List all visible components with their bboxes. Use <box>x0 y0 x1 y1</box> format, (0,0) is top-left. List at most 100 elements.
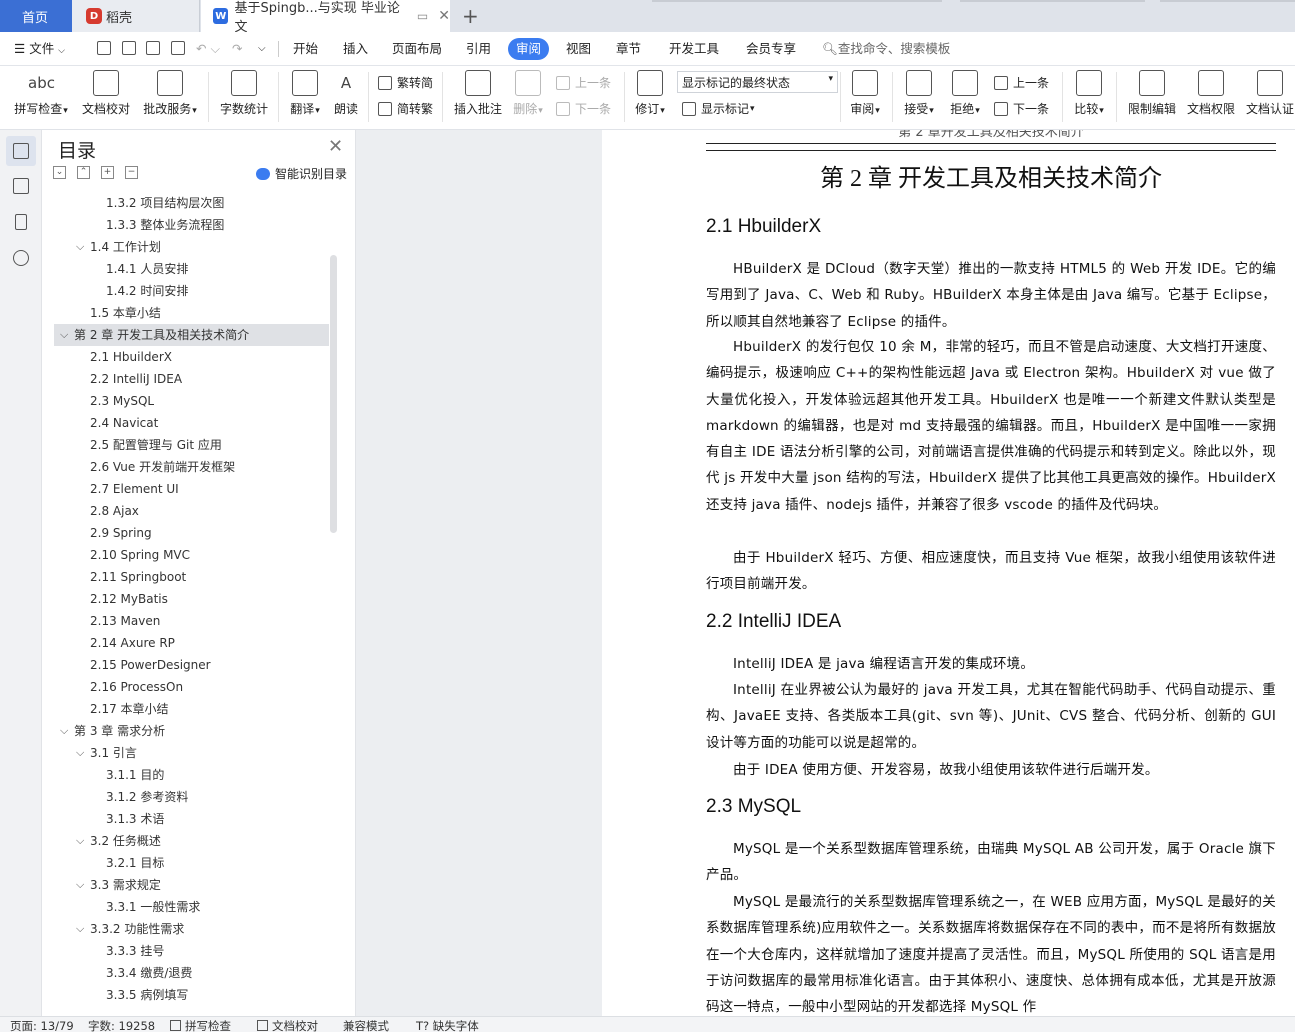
toc-item[interactable]: 1.3.3 整体业务流程图 <box>54 214 329 236</box>
toc-item[interactable]: 1.5 本章小结 <box>54 302 329 324</box>
doc-certify-button[interactable]: 文档认证 <box>1244 70 1295 117</box>
collapse-all-icon[interactable]: ⌄ <box>53 166 66 179</box>
undo-icon[interactable]: ↶ ⌵ <box>196 32 220 66</box>
close-icon[interactable]: ✕ <box>438 8 450 24</box>
menu-insert[interactable]: 插入 <box>343 32 368 66</box>
minus-icon[interactable]: − <box>125 166 138 179</box>
toc-item[interactable]: 2.7 Element UI <box>54 478 329 500</box>
chevron-down-icon[interactable]: ⌵ <box>76 236 84 258</box>
status-proofread[interactable]: 文档校对 <box>257 1018 318 1032</box>
toc-item[interactable]: 2.17 本章小结 <box>54 698 329 720</box>
toc-item[interactable]: 2.9 Spring <box>54 522 329 544</box>
toc-item[interactable]: ⌵ 3.1 引言 <box>54 742 329 764</box>
chevron-down-icon[interactable]: ⌵ <box>76 742 84 764</box>
more-icon[interactable]: ⌵ <box>258 32 266 66</box>
reject-button[interactable]: 拒绝▾ <box>946 70 984 117</box>
delete-comment-button[interactable]: 删除▾ <box>510 70 546 117</box>
toc-item[interactable]: 2.16 ProcessOn <box>54 676 329 698</box>
smart-toc-button[interactable]: 智能识别目录 <box>256 165 347 182</box>
read-aloud-button[interactable]: A 朗读 <box>330 70 362 117</box>
markup-state-select[interactable]: 显示标记的最终状态 ▾ <box>677 71 838 93</box>
expand-up-icon[interactable]: ⌃ <box>77 166 90 179</box>
toc-item[interactable]: 2.3 MySQL <box>54 390 329 412</box>
simp-to-trad-button[interactable]: 简转繁 <box>378 100 433 117</box>
document-page[interactable]: 第 2 章开发工具及相关技术简介 第 2 章 开发工具及相关技术简介 2.1 H… <box>602 130 1295 1016</box>
toc-item[interactable]: 3.1.1 目的 <box>54 764 329 786</box>
toc-item[interactable]: ⌵ 3.3.2 功能性需求 <box>54 918 329 940</box>
status-spell-check[interactable]: 拼写检查 <box>170 1018 231 1032</box>
toc-item[interactable]: 2.15 PowerDesigner <box>54 654 329 676</box>
toc-item[interactable]: 2.6 Vue 开发前端开发框架 <box>54 456 329 478</box>
tab-document[interactable]: W 基于Spingb...与实现 毕业论文 ▭ ✕ <box>201 0 450 35</box>
menu-developer[interactable]: 开发工具 <box>669 32 719 66</box>
tab-daoke[interactable]: D 稻壳 <box>72 0 200 32</box>
review-pane-button[interactable]: 审阅▾ <box>846 70 884 117</box>
export-icon[interactable] <box>122 41 136 55</box>
menu-membership[interactable]: 会员专享 <box>746 32 796 66</box>
toc-item[interactable]: 2.1 HbuilderX <box>54 346 329 368</box>
proofread-button[interactable]: 文档校对 <box>80 70 132 117</box>
accept-button[interactable]: 接受▾ <box>900 70 938 117</box>
toc-item[interactable]: 3.1.3 术语 <box>54 808 329 830</box>
chevron-down-icon[interactable]: ⌵ <box>76 918 84 940</box>
search-icon[interactable] <box>13 250 29 266</box>
toc-item[interactable]: 1.4.2 时间安排 <box>54 280 329 302</box>
redo-icon[interactable]: ↷ <box>232 32 242 66</box>
toc-item[interactable]: 2.14 Axure RP <box>54 632 329 654</box>
toc-item[interactable]: ⌵ 第 2 章 开发工具及相关技术简介 <box>54 324 329 346</box>
toc-item[interactable]: 2.8 Ajax <box>54 500 329 522</box>
prev-comment-button[interactable]: 上一条 <box>556 74 611 91</box>
toc-item[interactable]: ⌵ 第 3 章 需求分析 <box>54 720 329 742</box>
command-search[interactable]: 🔍︎查找命令、搜索模板 <box>822 32 950 66</box>
tab-home[interactable]: 首页 <box>0 0 72 32</box>
toc-item[interactable]: 3.1.2 参考资料 <box>54 786 329 808</box>
menu-reference[interactable]: 引用 <box>466 32 491 66</box>
doc-permission-button[interactable]: 文档权限 <box>1185 70 1237 117</box>
prev-change-button[interactable]: 上一条 <box>994 74 1049 91</box>
toc-item[interactable]: 2.13 Maven <box>54 610 329 632</box>
page-indicator[interactable]: 页面: 13/79 <box>10 1018 74 1032</box>
toc-item[interactable]: 3.3.5 病例填写 <box>54 984 329 1002</box>
menu-chapter[interactable]: 章节 <box>616 32 641 66</box>
annotate-service-button[interactable]: 批改服务▾ <box>140 70 200 117</box>
spell-check-button[interactable]: abc 拼写检查▾ <box>12 70 70 117</box>
save-icon[interactable] <box>97 41 111 55</box>
toc-item[interactable]: 2.5 配置管理与 Git 应用 <box>54 434 329 456</box>
toc-scrollbar[interactable] <box>330 255 337 533</box>
close-icon[interactable]: ✕ <box>328 136 343 157</box>
menu-view[interactable]: 视图 <box>566 32 591 66</box>
toc-item[interactable]: ⌵ 3.3 需求规定 <box>54 874 329 896</box>
track-changes-button[interactable]: 修订▾ <box>632 70 668 117</box>
toc-icon[interactable] <box>13 143 29 159</box>
compare-button[interactable]: 比较▾ <box>1070 70 1108 117</box>
chevron-down-icon[interactable]: ⌵ <box>76 830 84 852</box>
word-count-button[interactable]: 字数统计 <box>218 70 270 117</box>
translate-button[interactable]: 翻译▾ <box>286 70 324 117</box>
toc-item[interactable]: 2.11 Springboot <box>54 566 329 588</box>
toc-item[interactable]: 3.3.1 一般性需求 <box>54 896 329 918</box>
menu-page-layout[interactable]: 页面布局 <box>392 32 442 66</box>
toc-item[interactable]: 1.4.1 人员安排 <box>54 258 329 280</box>
chevron-down-icon[interactable]: ⌵ <box>76 874 84 896</box>
file-menu[interactable]: ☰ 文件 ⌵ <box>14 32 65 66</box>
tab-window-icon[interactable]: ▭ <box>417 9 428 23</box>
plus-icon[interactable]: + <box>101 166 114 179</box>
chevron-down-icon[interactable]: ⌵ <box>60 720 68 742</box>
toc-item[interactable]: ⌵ 3.2 任务概述 <box>54 830 329 852</box>
menu-review[interactable]: 审阅 <box>508 38 550 60</box>
toc-item[interactable]: ⌵ 1.4 工作计划 <box>54 236 329 258</box>
restrict-edit-button[interactable]: 限制编辑 <box>1126 70 1178 117</box>
print-preview-icon[interactable] <box>171 41 185 55</box>
outline-icon[interactable] <box>13 178 29 194</box>
insert-comment-button[interactable]: 插入批注 <box>452 70 504 117</box>
toc-item[interactable]: 2.4 Navicat <box>54 412 329 434</box>
toc-item[interactable]: 2.12 MyBatis <box>54 588 329 610</box>
toc-item[interactable]: 3.3.4 缴费/退费 <box>54 962 329 984</box>
toc-item[interactable]: 3.2.1 目标 <box>54 852 329 874</box>
chevron-down-icon[interactable]: ⌵ <box>60 324 68 346</box>
trad-to-simp-button[interactable]: 繁转简 <box>378 74 433 91</box>
word-count[interactable]: 字数: 19258 <box>88 1018 155 1032</box>
bookmark-icon[interactable] <box>15 214 27 230</box>
show-markup-button[interactable]: 显示标记 ▾ <box>682 100 755 117</box>
menu-start[interactable]: 开始 <box>293 32 318 66</box>
